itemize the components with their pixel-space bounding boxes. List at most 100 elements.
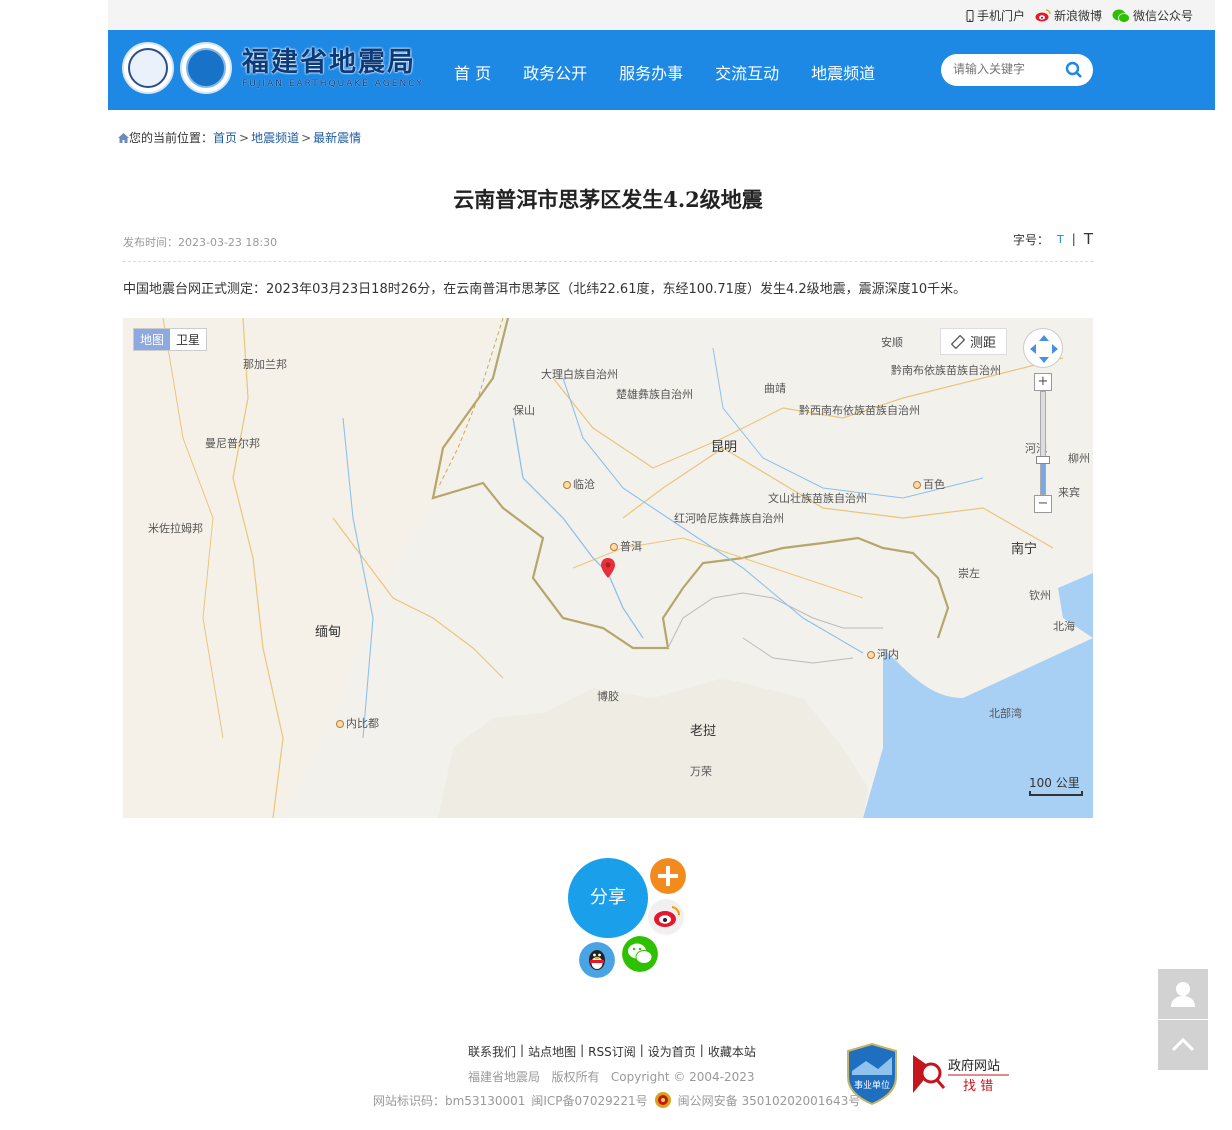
- svg-text:政府网站: 政府网站: [948, 1059, 1000, 1074]
- map-label: 普洱: [610, 538, 642, 554]
- zoom-out-button[interactable]: −: [1034, 495, 1052, 513]
- top-utility-bar: 手机门户 新浪微博 微信公众号: [108, 0, 1215, 30]
- footer-link-separator: |: [520, 1043, 525, 1057]
- map-label: 缅甸: [315, 625, 342, 640]
- map-label: 柳州: [1068, 452, 1090, 465]
- map-label: 红河哈尼族彝族自治州: [674, 512, 784, 525]
- breadcrumb-latest[interactable]: 最新震情: [313, 129, 361, 146]
- footer-link-separator: |: [580, 1043, 585, 1057]
- search-icon[interactable]: [1065, 61, 1083, 79]
- breadcrumb-separator: >: [239, 130, 250, 145]
- footer-link-rss[interactable]: RSS订阅: [588, 1043, 636, 1060]
- main-nav: 首 页 政务公开 服务办事 交流互动 地震频道: [454, 60, 907, 84]
- gov-site-error-report-badge[interactable]: 政府网站 找 错: [911, 1053, 1011, 1095]
- footer-link-separator: |: [699, 1043, 704, 1057]
- zoom-slider-track[interactable]: [1036, 391, 1050, 495]
- weibo-icon: [1035, 9, 1051, 22]
- side-user-button[interactable]: [1158, 969, 1208, 1019]
- nav-government-affairs[interactable]: 政务公开: [523, 60, 587, 84]
- weibo-link[interactable]: 新浪微博: [1035, 7, 1102, 24]
- map-label: 万荣: [690, 765, 712, 778]
- breadcrumb-home[interactable]: 首页: [213, 129, 237, 146]
- map-label: 大理白族自治州: [541, 368, 618, 381]
- zoom-slider-thumb[interactable]: [1036, 455, 1050, 464]
- police-record-number[interactable]: 闽公网安备 35010202001643号: [678, 1092, 861, 1109]
- share-weibo-icon[interactable]: [648, 899, 684, 935]
- map-label: 米佐拉姆邦: [148, 522, 203, 535]
- font-size-large-button[interactable]: T: [1084, 230, 1093, 248]
- chevron-up-icon: [1171, 1037, 1195, 1052]
- map-pan-control[interactable]: [1023, 328, 1063, 368]
- map-label: 文山壮族苗族自治州: [768, 492, 867, 505]
- fjea-emblem: [180, 42, 232, 94]
- map-label: 百色: [913, 476, 945, 492]
- zoom-in-button[interactable]: +: [1034, 373, 1052, 391]
- agency-seal-emblem: [122, 42, 174, 94]
- ruler-icon: [950, 334, 965, 349]
- footer-registrations: 网站标识码：bm53130001 闽ICP备07029221号 闽公网安备 35…: [373, 1091, 860, 1109]
- wechat-label: 微信公众号: [1132, 9, 1193, 23]
- footer-link-sitemap[interactable]: 站点地图: [528, 1043, 576, 1060]
- map-label: 来宾: [1058, 486, 1080, 499]
- publish-time: 发布时间：2023-03-23 18:30: [123, 236, 278, 249]
- share-wechat-icon[interactable]: [622, 936, 658, 972]
- epicenter-marker-icon[interactable]: [601, 558, 615, 578]
- weibo-label: 新浪微博: [1053, 9, 1102, 23]
- nav-services[interactable]: 服务办事: [619, 60, 683, 84]
- search-input[interactable]: [953, 62, 1063, 76]
- map-label: 曲靖: [764, 382, 786, 395]
- share-button[interactable]: 分享: [568, 858, 648, 938]
- back-to-top-button[interactable]: [1158, 1020, 1208, 1070]
- icp-number[interactable]: 闽ICP备07029221号: [531, 1092, 647, 1109]
- epicenter-map[interactable]: 那加兰邦 曼尼普尔邦 米佐拉姆邦 缅甸 内比都 大理白族自治州 楚雄彝族自治州 …: [123, 318, 1093, 818]
- article-body: 中国地震台网正式测定：2023年03月23日18时26分，在云南普洱市思茅区（北…: [123, 282, 967, 297]
- map-label: 北海: [1053, 620, 1075, 633]
- mobile-portal-link[interactable]: 手机门户: [966, 7, 1025, 24]
- footer-link-bookmark[interactable]: 收藏本站: [708, 1043, 756, 1060]
- share-qq-icon[interactable]: [579, 942, 615, 978]
- mobile-portal-label: 手机门户: [976, 9, 1025, 23]
- map-label: 崇左: [958, 567, 980, 580]
- measure-label: 测距: [969, 336, 996, 351]
- nav-interaction[interactable]: 交流互动: [715, 60, 779, 84]
- map-label: 钦州: [1029, 589, 1051, 602]
- breadcrumb-prefix: 您的当前位置：: [129, 131, 214, 145]
- map-label: 昆明: [711, 440, 738, 455]
- font-size-small-button[interactable]: T: [1057, 233, 1064, 246]
- map-label: 南宁: [1011, 542, 1038, 557]
- measure-distance-button[interactable]: 测距: [939, 328, 1007, 355]
- footer-links: 联系我们 | 站点地图 | RSS订阅 | 设为首页 | 收藏本站: [468, 1043, 756, 1060]
- font-size-label: 字号：: [1013, 232, 1050, 247]
- svg-text:事业单位: 事业单位: [854, 1079, 890, 1091]
- breadcrumb-earthquake-channel[interactable]: 地震频道: [251, 129, 299, 146]
- article-title: 云南普洱市思茅区发生4.2级地震: [453, 187, 763, 212]
- map-label: 北部湾: [989, 707, 1022, 720]
- map-type-satellite-button[interactable]: 卫星: [170, 329, 206, 350]
- logo-subtitle: FUJIAN EARTHQUAKE AGENCY: [242, 79, 424, 89]
- footer-link-set-home[interactable]: 设为首页: [648, 1043, 696, 1060]
- map-label: 河内: [867, 646, 899, 662]
- map-label: 黔西南布依族苗族自治州: [799, 404, 920, 417]
- footer-copyright: 福建省地震局 版权所有 Copyright © 2004-2023: [468, 1070, 755, 1084]
- police-emblem-icon: [654, 1092, 671, 1108]
- map-label: 临沧: [563, 476, 595, 492]
- map-scale: 100 公里: [1029, 774, 1083, 796]
- map-label: 老挝: [690, 724, 717, 739]
- public-institution-badge[interactable]: 事业单位: [846, 1043, 898, 1105]
- share-more-icon[interactable]: [650, 858, 686, 894]
- pan-arrows-icon: [1030, 335, 1058, 363]
- site-logo[interactable]: 福建省地震局 FUJIAN EARTHQUAKE AGENCY: [122, 42, 424, 94]
- map-label: 博胶: [597, 690, 619, 703]
- map-label: 楚雄彝族自治州: [616, 388, 693, 401]
- font-size-switcher: 字号： T | T: [1013, 230, 1093, 248]
- map-type-map-button[interactable]: 地图: [134, 329, 171, 350]
- footer-link-separator: |: [639, 1043, 644, 1057]
- breadcrumb: 您的当前位置： 首页 > 地震频道 > 最新震情: [118, 129, 361, 146]
- wechat-link[interactable]: 微信公众号: [1112, 7, 1193, 24]
- site-id: 网站标识码：bm53130001: [373, 1093, 526, 1108]
- nav-earthquake-channel[interactable]: 地震频道: [811, 60, 875, 84]
- nav-home[interactable]: 首 页: [454, 60, 491, 84]
- footer-link-contact[interactable]: 联系我们: [468, 1043, 516, 1060]
- map-scale-label: 100 公里: [1029, 776, 1080, 790]
- home-icon: [118, 132, 129, 143]
